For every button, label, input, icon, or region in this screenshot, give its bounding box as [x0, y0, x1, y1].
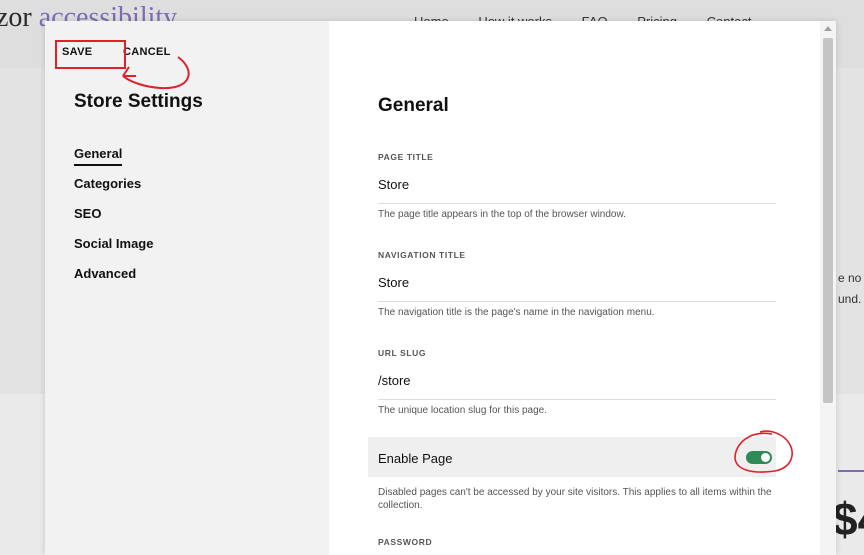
page-title: General [378, 95, 449, 116]
save-button[interactable]: SAVE [62, 46, 92, 58]
store-settings-modal: SAVE CANCEL Store Settings General Categ… [45, 21, 836, 555]
sidebar-item-seo[interactable]: SEO [74, 206, 153, 236]
navigation-title-input[interactable]: Store [378, 275, 776, 302]
sidebar-item-social-image[interactable]: Social Image [74, 236, 153, 266]
page-title-input[interactable]: Store [378, 177, 776, 204]
enable-page-help: Disabled pages can't be accessed by your… [378, 487, 772, 511]
sidebar-item-label: Advanced [74, 266, 137, 281]
enable-page-row: Enable Page [368, 437, 776, 477]
sidebar-item-general[interactable]: General [74, 146, 153, 176]
field-label: NAVIGATION TITLE [378, 250, 466, 260]
field-help: The navigation title is the page's name … [378, 307, 655, 318]
sidebar-item-label: SEO [74, 206, 102, 221]
navigation-title-field: NAVIGATION TITLE Store The navigation ti… [378, 250, 776, 318]
field-help: The page title appears in the top of the… [378, 209, 626, 220]
settings-content: General PAGE TITLE Store The page title … [329, 21, 820, 555]
field-help: The unique location slug for this page. [378, 405, 547, 416]
sidebar-item-advanced[interactable]: Advanced [74, 266, 153, 296]
field-label: PAGE TITLE [378, 152, 434, 162]
settings-sidebar: SAVE CANCEL Store Settings General Categ… [45, 21, 329, 555]
sidebar-item-categories[interactable]: Categories [74, 176, 153, 206]
cancel-button[interactable]: CANCEL [123, 46, 171, 58]
sidebar-item-label: General [74, 146, 123, 166]
settings-nav: General Categories SEO Social Image Adva… [74, 146, 153, 296]
background-price: $4 [832, 493, 864, 545]
scroll-up-arrow-icon[interactable] [824, 26, 832, 31]
logo-text: zor [0, 2, 32, 33]
url-slug-field: URL SLUG /store The unique location slug… [378, 348, 776, 416]
background-accent-line [838, 470, 864, 472]
sidebar-item-label: Social Image [74, 236, 154, 251]
sidebar-title: Store Settings [74, 91, 203, 112]
enable-page-toggle[interactable] [746, 451, 772, 464]
background-text-1: e no [838, 271, 862, 285]
enable-page-label: Enable Page [378, 451, 453, 466]
scroll-thumb[interactable] [823, 38, 833, 403]
url-slug-input[interactable]: /store [378, 373, 776, 400]
modal-scrollbar[interactable] [820, 21, 836, 555]
page-title-field: PAGE TITLE Store The page title appears … [378, 152, 776, 220]
sidebar-item-label: Categories [74, 176, 142, 191]
password-label: PASSWORD [378, 537, 433, 547]
field-label: URL SLUG [378, 348, 427, 358]
toggle-knob [761, 453, 770, 462]
background-text-2: und. [838, 292, 862, 306]
